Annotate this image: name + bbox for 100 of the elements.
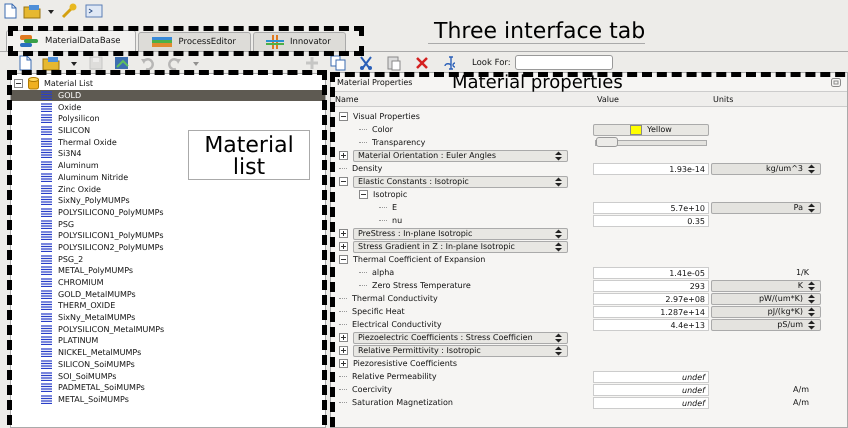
value-field[interactable]: 4.4e+13 [593,318,709,330]
tab[interactable]: Innovator [252,32,346,51]
value-field[interactable]: undef [593,370,709,382]
tree-root-label[interactable]: Material List [44,79,94,88]
expand-icon[interactable] [339,151,348,160]
expand-icon[interactable] [339,359,348,368]
transparency-slider[interactable] [595,140,707,146]
unit-dropdown[interactable]: pJ/(kg*K) [711,306,821,318]
value-field[interactable]: 293 [593,280,709,292]
material-item[interactable]: SixNy_PolyMUMPs [11,194,130,207]
type-dropdown[interactable]: Stress Gradient in Z : In-plane Isotropic [353,240,568,252]
type-dropdown[interactable]: Material Orientation : Euler Angles [353,150,568,162]
up-down-icon [807,320,816,330]
value-field[interactable]: 1.93e-14 [593,162,709,174]
scissors-icon[interactable] [358,54,374,70]
material-item[interactable]: POLYSILICON2_PolyMUMPs [11,242,164,254]
type-dropdown[interactable]: Relative Permittivity : Isotropic [353,344,568,356]
collapse-icon[interactable] [14,79,23,88]
delete-icon[interactable] [414,54,430,70]
material-item[interactable]: Aluminum Nitride [11,172,128,184]
value-field[interactable]: undef [593,396,709,408]
color-button[interactable]: Yellow [593,124,709,136]
material-item[interactable]: SILICON_SoiMUMPs [11,358,135,370]
value-field[interactable]: 1.41e-05 [593,266,709,278]
slider-thumb[interactable] [596,136,618,146]
material-item[interactable]: Thermal Oxide [11,136,117,148]
paste-icon[interactable] [386,54,402,70]
value-field[interactable]: 1.287e+14 [593,306,709,318]
new-file-icon[interactable] [18,54,32,70]
value-field[interactable]: 0.35 [593,214,709,226]
material-item[interactable]: CHROMIUM [11,276,104,288]
plus-icon[interactable] [304,54,320,70]
material-item[interactable]: PADMETAL_SoiMUMPs [11,382,145,394]
tab[interactable]: ProcessEditor [138,32,251,51]
unit-dropdown[interactable]: Pa [711,202,821,214]
property-name: Isotropic [373,190,408,199]
layers-icon [150,35,173,49]
folder-icon[interactable] [42,54,60,70]
copy-icon[interactable] [330,54,346,70]
expand-icon[interactable] [339,229,348,238]
material-item[interactable]: Polysilicon [11,113,100,125]
cross-icon [266,35,284,49]
material-item[interactable]: PSG [11,218,74,230]
property-name: Piezoresistive Coefficients [353,359,458,368]
unit-dropdown[interactable]: pS/um [711,318,821,330]
expand-icon[interactable] [339,333,348,342]
annotation-label: Material list [188,130,310,180]
value-field[interactable]: 5.7e+10 [593,202,709,214]
material-item[interactable]: PSG_2 [11,253,84,265]
type-dropdown[interactable]: PreStress : In-plane Isotropic [353,228,568,240]
material-item[interactable]: METAL_SoiMUMPs [11,394,129,406]
material-item[interactable]: SOI_SoiMUMPs [11,370,116,382]
material-item[interactable]: METAL_PolyMUMPs [11,265,134,277]
column-header[interactable]: Units [709,94,825,104]
restore-icon[interactable] [831,78,841,86]
material-item[interactable]: GOLD_MetalMUMPs [11,288,136,300]
expand-icon[interactable] [339,242,348,251]
column-header[interactable]: Name [331,94,593,104]
unit-dropdown[interactable]: K [711,280,821,292]
search-field[interactable] [514,55,613,70]
material-item[interactable]: GOLD [11,90,325,102]
search-label: Look For: [472,58,511,68]
list-icon [41,126,52,136]
terminal-icon[interactable] [85,3,103,19]
value-field[interactable]: 2.97e+08 [593,292,709,304]
material-item[interactable]: POLYSILICON0_PolyMUMPs [11,206,164,218]
material-item[interactable]: SixNy_MetalMUMPs [11,312,136,324]
material-item[interactable]: Si3N4 [11,148,82,160]
list-icon [41,324,52,334]
expand-icon[interactable] [339,346,348,355]
collapse-icon[interactable] [339,255,348,264]
unit-dropdown[interactable]: kg/um^3 [711,162,821,174]
material-item[interactable]: Oxide [11,101,82,114]
up-down-icon [807,294,816,304]
material-item[interactable]: THERM_OXIDE [11,300,116,312]
value-field[interactable]: undef [593,384,709,396]
collapse-icon[interactable] [359,190,368,199]
material-item[interactable]: SILICON [11,124,90,136]
unit-dropdown[interactable]: pW/(um*K) [711,292,821,304]
material-item[interactable]: NICKEL_MetalMUMPs [11,346,142,358]
type-dropdown[interactable]: Elastic Constants : Isotropic [353,176,568,188]
type-dropdown[interactable]: Piezoelectric Coefficients : Stress Coefficien [353,332,568,344]
annotation-label: Three interface tab [428,22,646,44]
save-icon[interactable] [88,54,104,70]
material-item[interactable]: POLYSILICON1_PolyMUMPs [11,230,164,242]
list-icon [41,208,52,217]
material-item[interactable]: Zinc Oxide [11,183,101,195]
up-down-icon [554,332,563,342]
image-icon[interactable] [114,54,130,70]
column-header[interactable]: Value [593,94,709,104]
list-icon [41,266,52,276]
collapse-icon[interactable] [339,112,348,121]
up-down-icon [807,202,816,212]
material-item[interactable]: POLYSILICON_MetalMUMPs [11,323,164,336]
list-icon [41,91,52,100]
up-down-icon [807,306,816,316]
material-item[interactable]: PLATINUM [11,335,98,347]
material-item[interactable]: Aluminum [11,160,99,172]
collapse-icon[interactable] [339,177,348,186]
tab[interactable]: MaterialDataBase [6,30,136,51]
